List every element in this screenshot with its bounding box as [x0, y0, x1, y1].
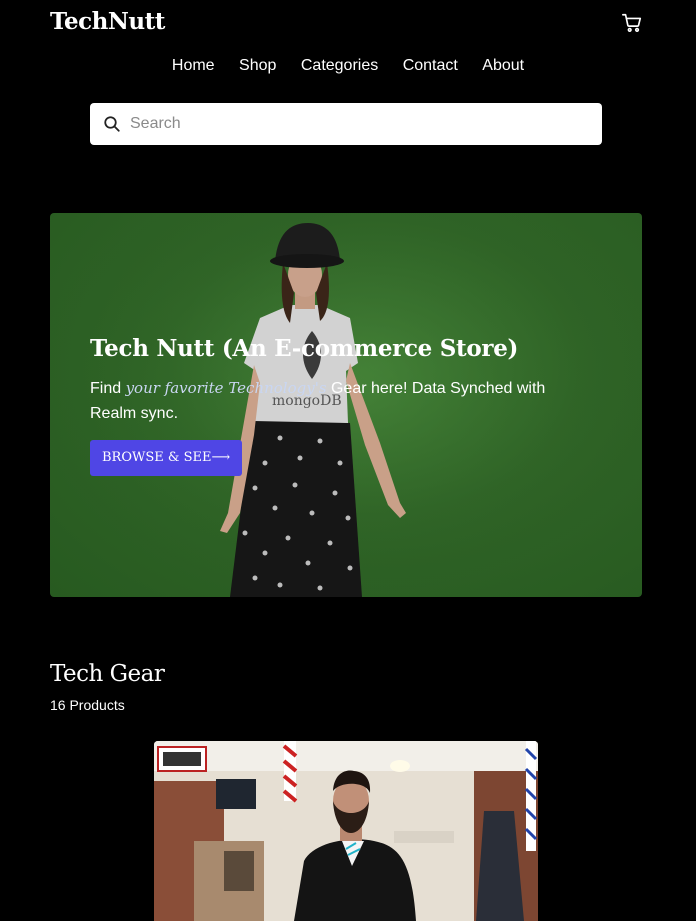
- browse-button[interactable]: BROWSE & SEE⟶: [90, 440, 243, 476]
- arrow-right-icon: ⟶: [211, 450, 231, 465]
- main-nav: Home Shop Categories Contact About: [0, 57, 696, 75]
- product-card-image[interactable]: [154, 741, 538, 921]
- site-header: TechNutt: [0, 0, 696, 46]
- product-photo: [154, 741, 538, 921]
- hero-banner: mongoDB Tech Nutt (An E-commerce Store) …: [50, 213, 642, 597]
- nav-categories[interactable]: Categories: [301, 57, 378, 74]
- section-title: Tech Gear: [50, 661, 165, 687]
- hero-text-start: Find: [90, 380, 126, 397]
- search-input[interactable]: [130, 109, 590, 139]
- hero-text-emphasis: your favorite Technology's: [125, 379, 327, 397]
- hero-description: Find your favorite Technology's Gear her…: [90, 376, 560, 426]
- browse-button-label: BROWSE & SEE: [102, 450, 212, 465]
- search-bar: [90, 103, 602, 145]
- nav-contact[interactable]: Contact: [403, 57, 458, 74]
- nav-home[interactable]: Home: [172, 57, 215, 74]
- hero-title: Tech Nutt (An E-commerce Store): [90, 335, 519, 362]
- site-logo[interactable]: TechNutt: [50, 8, 165, 35]
- cart-icon[interactable]: [621, 12, 643, 34]
- product-count: 16 Products: [50, 697, 125, 713]
- nav-shop[interactable]: Shop: [239, 57, 276, 74]
- nav-about[interactable]: About: [482, 57, 524, 74]
- search-icon: [104, 116, 120, 132]
